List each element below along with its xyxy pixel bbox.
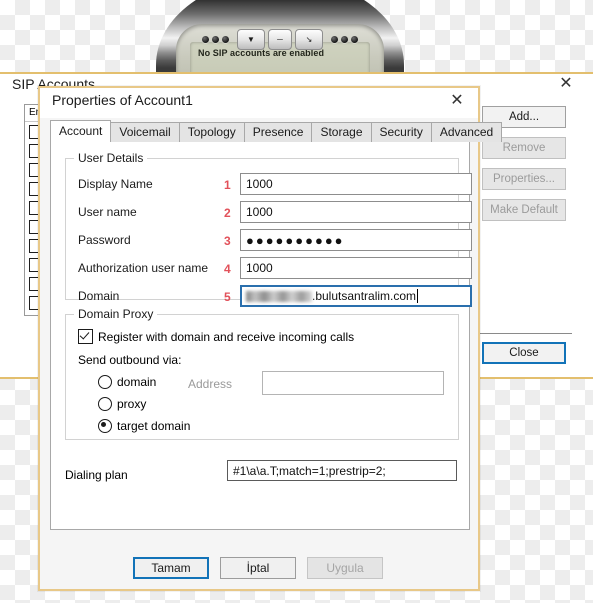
close-button[interactable]: Close — [482, 342, 566, 364]
ok-button[interactable]: Tamam — [133, 557, 209, 579]
radio-row-proxy[interactable]: proxy — [98, 397, 146, 411]
phone-dot-icon — [341, 35, 348, 43]
checkbox-icon[interactable] — [78, 329, 93, 344]
radio-row-domain[interactable]: domain — [98, 375, 156, 389]
dialing-plan-input[interactable] — [227, 460, 457, 481]
radio-icon[interactable] — [98, 419, 112, 433]
user-details-title: User Details — [74, 151, 148, 165]
marker-5: 5 — [224, 290, 231, 304]
phone-body-graphic: No SIP accounts are enabled ▼ ─ ↘ — [156, 0, 404, 73]
domain-input[interactable]: .bulutsantralim.com — [240, 285, 472, 307]
authorization-user-name-input[interactable] — [240, 257, 472, 279]
user-name-label: User name — [78, 205, 137, 219]
marker-3: 3 — [224, 234, 231, 248]
divider — [480, 333, 572, 334]
close-icon[interactable]: ✕ — [557, 76, 575, 94]
tab-storage[interactable]: Storage — [311, 122, 372, 142]
phone-key-row: ▼ ─ ↘ — [202, 26, 358, 52]
text-caret — [417, 289, 419, 303]
field-row-domain: Domain 5 .bulutsantralim.com — [78, 285, 472, 309]
authorization-user-name-label: Authorization user name — [78, 261, 209, 275]
phone-dot-icon — [351, 35, 358, 43]
address-input[interactable] — [262, 371, 444, 395]
phone-dash-key-icon: ─ — [268, 28, 292, 50]
send-outbound-label: Send outbound via: — [78, 353, 182, 367]
account-tab-panel: User Details Display Name 1 User name 2 … — [50, 141, 472, 530]
tab-bar: Account Voicemail Topology Presence Stor… — [50, 120, 503, 142]
radio-icon[interactable] — [98, 397, 112, 411]
register-with-domain-label: Register with domain and receive incomin… — [98, 329, 355, 344]
radio-icon[interactable] — [98, 375, 112, 389]
dialog-titlebar: Properties of Account1 ✕ — [40, 88, 478, 118]
phone-dot-icon — [331, 35, 338, 43]
marker-1: 1 — [224, 178, 231, 192]
domain-proxy-title: Domain Proxy — [74, 307, 158, 321]
user-name-input[interactable] — [240, 201, 472, 223]
tab-advanced[interactable]: Advanced — [430, 122, 503, 142]
field-row-display-name: Display Name 1 — [78, 173, 472, 197]
redacted-text-block — [246, 290, 312, 302]
password-label: Password — [78, 233, 131, 247]
close-icon[interactable]: ✕ — [448, 92, 466, 110]
tab-presence[interactable]: Presence — [243, 122, 313, 142]
phone-dot-icon — [222, 35, 229, 43]
display-name-input[interactable] — [240, 173, 472, 195]
display-name-label: Display Name — [78, 177, 153, 191]
dialing-plan-label: Dialing plan — [65, 468, 128, 482]
user-details-group: User Details Display Name 1 User name 2 … — [65, 151, 472, 307]
phone-arrow-key-icon: ↘ — [295, 28, 323, 50]
marker-4: 4 — [224, 262, 231, 276]
tab-topology[interactable]: Topology — [178, 122, 245, 142]
tab-security[interactable]: Security — [370, 122, 432, 142]
softphone-image: No SIP accounts are enabled ▼ ─ ↘ — [156, 0, 404, 73]
apply-button[interactable]: Uygula — [307, 557, 383, 579]
domain-label: Domain — [78, 289, 120, 303]
radio-proxy-label: proxy — [117, 397, 147, 411]
domain-input-value: .bulutsantralim.com — [312, 289, 417, 303]
marker-2: 2 — [224, 206, 231, 220]
address-label: Address — [188, 377, 233, 391]
account-properties-dialog: Properties of Account1 ✕ Account Voicema… — [38, 86, 503, 591]
radio-target-domain-label: target domain — [117, 419, 191, 433]
register-with-domain-checkbox-row[interactable]: Register with domain and receive incomin… — [78, 329, 354, 344]
cancel-button[interactable]: İptal — [220, 557, 296, 579]
radio-domain-label: domain — [117, 375, 157, 389]
phone-dot-icon — [212, 35, 219, 43]
tab-voicemail[interactable]: Voicemail — [110, 122, 180, 142]
make-default-button[interactable]: Make Default — [482, 199, 566, 221]
phone-dot-icon — [202, 35, 209, 43]
radio-row-target-domain[interactable]: target domain — [98, 419, 190, 433]
properties-button[interactable]: Properties... — [482, 168, 566, 190]
field-row-authorization-user-name: Authorization user name 4 — [78, 257, 472, 281]
field-row-user-name: User name 2 — [78, 201, 472, 225]
dialog-title: Properties of Account1 — [52, 92, 193, 108]
password-input[interactable]: ●●●●●●●●●● — [240, 229, 472, 251]
tab-account[interactable]: Account — [50, 120, 112, 142]
phone-down-key-icon: ▼ — [237, 28, 265, 50]
field-row-password: Password 3 ●●●●●●●●●● — [78, 229, 472, 253]
dialog-button-bar: Tamam İptal Uygula — [40, 557, 482, 579]
domain-proxy-group: Domain Proxy Register with domain and re… — [65, 307, 459, 440]
